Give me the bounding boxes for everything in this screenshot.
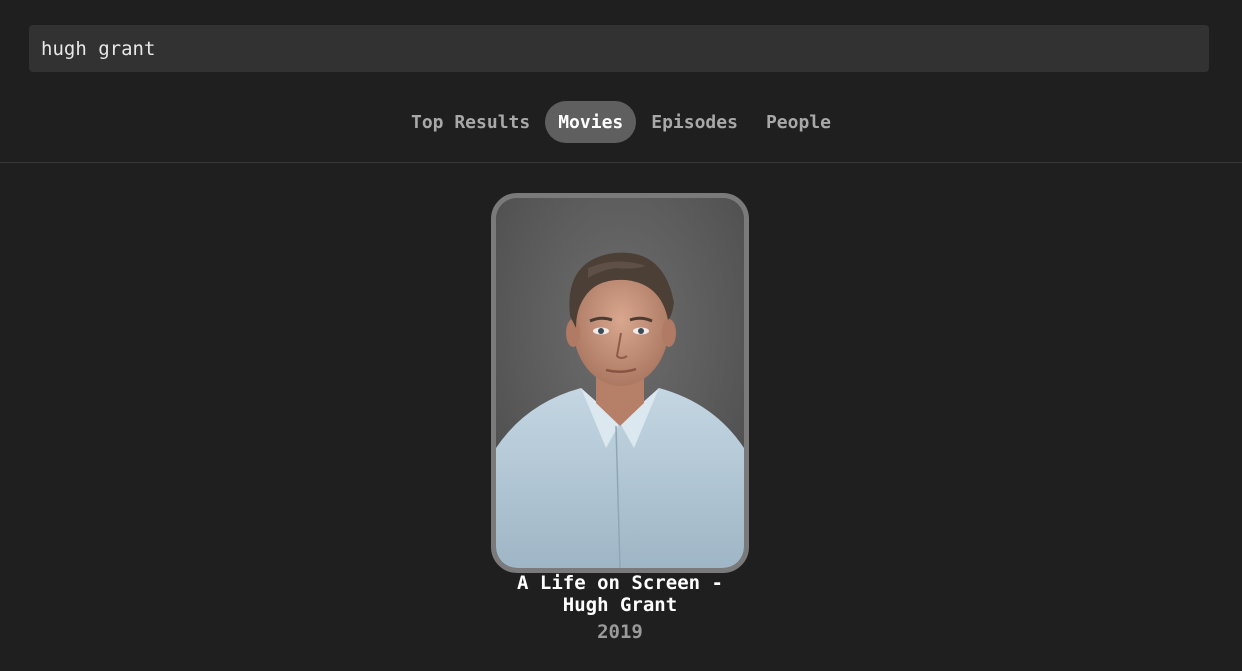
movie-poster[interactable]: [491, 193, 749, 573]
tab-episodes[interactable]: Episodes: [638, 101, 751, 143]
search-box[interactable]: [29, 25, 1209, 72]
result-tabs: Top Results Movies Episodes People: [0, 101, 1242, 143]
movie-card[interactable]: A Life on Screen - Hugh Grant 2019: [491, 193, 749, 643]
tab-top-results[interactable]: Top Results: [398, 101, 543, 143]
portrait-image: [496, 198, 744, 568]
search-page: Top Results Movies Episodes People: [0, 0, 1242, 671]
search-input[interactable]: [41, 37, 1197, 60]
tab-people[interactable]: People: [753, 101, 844, 143]
tabs-divider: [0, 162, 1242, 163]
movie-year: 2019: [597, 621, 643, 643]
movie-title[interactable]: A Life on Screen - Hugh Grant: [491, 572, 749, 616]
tab-movies[interactable]: Movies: [545, 101, 637, 143]
